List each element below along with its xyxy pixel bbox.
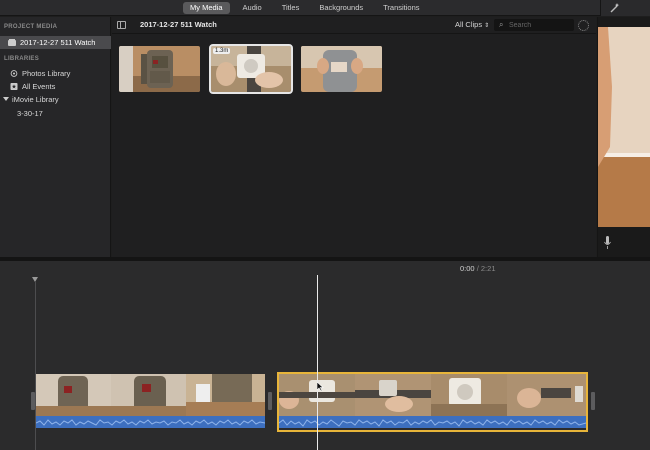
sidebar-item-label: 3-30-17 xyxy=(17,109,43,118)
microphone-icon[interactable] xyxy=(604,236,611,250)
time-separator: / xyxy=(476,264,479,273)
sidebar-item-all-events[interactable]: All Events xyxy=(0,80,111,93)
timeline-clip-selected[interactable] xyxy=(277,372,588,432)
timeline-clip[interactable] xyxy=(36,374,265,430)
clip-video-track xyxy=(279,374,586,416)
star-icon xyxy=(10,82,18,90)
viewer-preview-image xyxy=(598,27,650,227)
media-thumbnail[interactable] xyxy=(301,46,382,92)
duration-badge: 1.3m xyxy=(213,48,231,54)
tab-group: My Media Audio Titles Backgrounds Transi… xyxy=(183,2,427,14)
person-thumbnail-image xyxy=(301,46,382,92)
libraries-sidebar: PROJECT MEDIA 2017-12-27 511 Watch LIBRA… xyxy=(0,17,111,257)
clip-video-track xyxy=(36,374,265,416)
sidebar-item-event[interactable]: 3-30-17 xyxy=(0,107,111,120)
sidebar-toggle-icon[interactable] xyxy=(117,21,126,29)
gear-icon[interactable] xyxy=(578,20,589,31)
timeline[interactable]: 0:00 / 2:21 xyxy=(0,261,650,450)
sidebar-item-imovie-library[interactable]: iMovie Library xyxy=(0,93,111,106)
clips-filter-dropdown[interactable]: All Clips ⇕ xyxy=(455,20,489,29)
clips-filter-label: All Clips xyxy=(455,20,483,29)
watch-filmstrip xyxy=(279,374,586,416)
backpack-filmstrip xyxy=(36,374,265,416)
sidebar-item-photos-library[interactable]: Photos Library xyxy=(0,67,111,80)
tab-my-media[interactable]: My Media xyxy=(183,2,230,14)
clip-trim-handle[interactable] xyxy=(591,392,595,410)
tab-audio[interactable]: Audio xyxy=(236,2,269,14)
media-thumbnail-selected[interactable]: 1.3m xyxy=(209,44,293,94)
media-tab-bar: My Media Audio Titles Backgrounds Transi… xyxy=(0,0,650,16)
waveform xyxy=(279,417,586,428)
viewer-panel xyxy=(597,17,650,257)
project-media-header: PROJECT MEDIA xyxy=(4,24,58,30)
media-browser: 2017-12-27 511 Watch All Clips ⇕ ⌕ Searc… xyxy=(112,17,596,257)
tab-backgrounds[interactable]: Backgrounds xyxy=(312,2,370,14)
clip-audio-waveform xyxy=(36,416,265,428)
search-icon: ⌕ xyxy=(499,20,504,29)
media-thumbnail[interactable] xyxy=(119,46,200,92)
current-time: 0:00 xyxy=(460,264,475,273)
event-title: 2017-12-27 511 Watch xyxy=(140,20,217,29)
updown-chevron-icon: ⇕ xyxy=(484,23,490,29)
waveform xyxy=(36,417,265,428)
sidebar-item-label: iMovie Library xyxy=(12,95,59,104)
libraries-header: LIBRARIES xyxy=(4,56,40,62)
magic-wand-icon[interactable] xyxy=(609,2,621,13)
backpack-thumbnail-image xyxy=(119,46,200,92)
clip-audio-waveform xyxy=(279,416,586,428)
clip-trim-handle[interactable] xyxy=(268,392,272,410)
search-input[interactable] xyxy=(509,19,571,31)
playhead[interactable] xyxy=(317,275,318,450)
sidebar-item-label: All Events xyxy=(22,82,56,91)
sidebar-item-label: 2017-12-27 511 Watch xyxy=(20,38,96,47)
search-field[interactable]: ⌕ xyxy=(494,19,574,31)
browser-toolbar: 2017-12-27 511 Watch All Clips ⇕ ⌕ xyxy=(112,17,596,34)
sidebar-item-label: Photos Library xyxy=(22,69,71,78)
tab-titles[interactable]: Titles xyxy=(275,2,307,14)
clip-trim-handle[interactable] xyxy=(31,392,35,410)
tab-transitions[interactable]: Transitions xyxy=(376,2,426,14)
sidebar-item-project[interactable]: 2017-12-27 511 Watch xyxy=(0,36,111,49)
enhance-area xyxy=(600,0,650,16)
mouse-cursor-icon xyxy=(317,382,324,392)
film-icon xyxy=(8,38,16,46)
disclosure-triangle-icon[interactable] xyxy=(3,96,9,102)
photos-icon xyxy=(10,69,18,77)
total-duration: 2:21 xyxy=(480,264,496,273)
timecode-display: 0:00 / 2:21 xyxy=(460,264,496,273)
